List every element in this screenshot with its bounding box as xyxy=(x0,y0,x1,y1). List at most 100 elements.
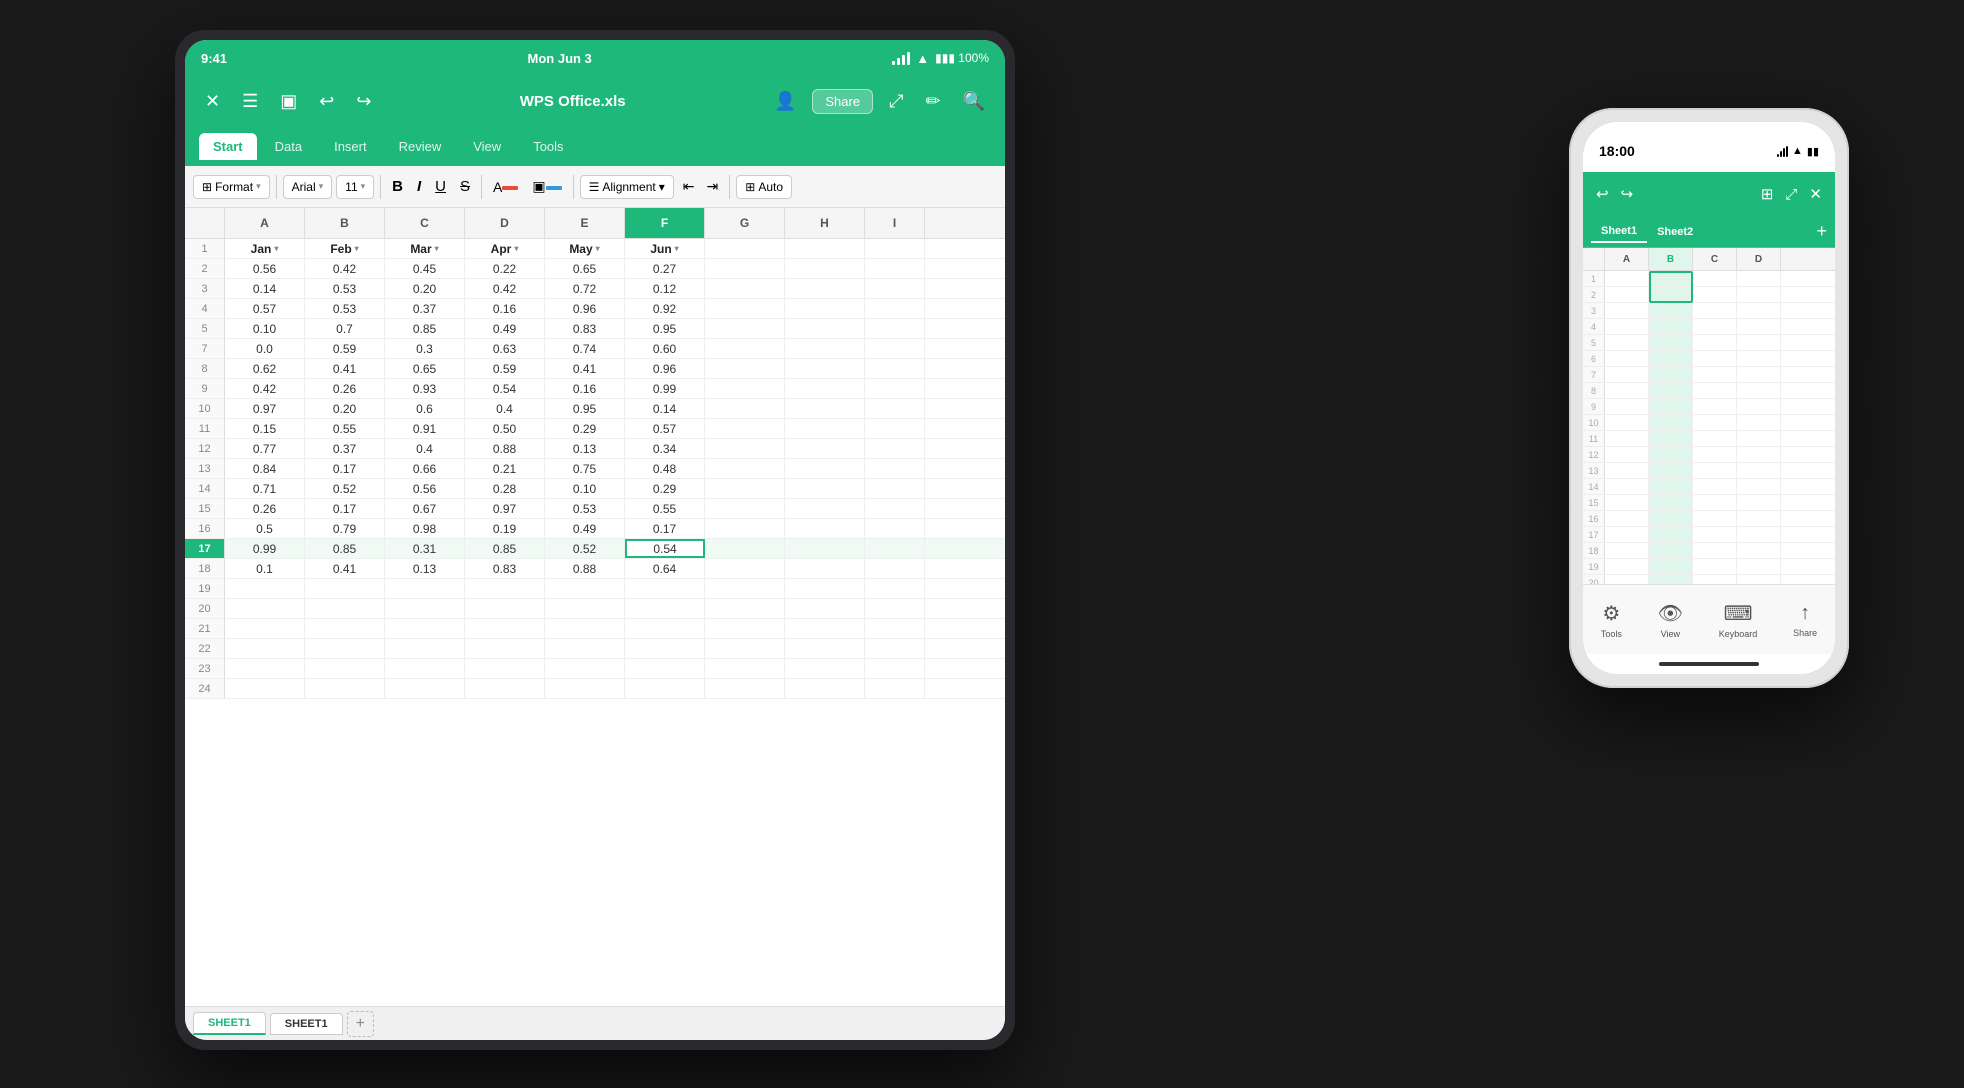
italic-button[interactable]: I xyxy=(412,174,426,199)
phone-cell[interactable] xyxy=(1605,351,1649,366)
list-item[interactable]: 4 xyxy=(1583,319,1835,335)
cell[interactable] xyxy=(865,579,925,598)
cell[interactable]: 0.64 xyxy=(625,559,705,578)
cell[interactable]: 0.59 xyxy=(305,339,385,358)
table-row[interactable]: 1Jan ▾Feb ▾Mar ▾Apr ▾May ▾Jun ▾ xyxy=(185,239,1005,259)
list-item[interactable]: 8 xyxy=(1583,383,1835,399)
phone-cell[interactable] xyxy=(1649,319,1693,334)
cell[interactable]: 0.15 xyxy=(225,419,305,438)
phone-cell[interactable] xyxy=(1737,479,1781,494)
phone-cell[interactable] xyxy=(1649,511,1693,526)
phone-cell[interactable] xyxy=(1649,463,1693,478)
cell[interactable] xyxy=(865,619,925,638)
table-row[interactable]: 30.140.530.200.420.720.12 xyxy=(185,279,1005,299)
cell[interactable]: 0.54 xyxy=(625,539,705,558)
cell[interactable] xyxy=(865,539,925,558)
phone-cell[interactable] xyxy=(1737,367,1781,382)
avatar-button[interactable]: 👤 xyxy=(768,87,802,116)
phone-cell[interactable] xyxy=(1737,303,1781,318)
cell[interactable]: 0.41 xyxy=(305,359,385,378)
cell[interactable] xyxy=(785,439,865,458)
table-row[interactable]: 140.710.520.560.280.100.29 xyxy=(185,479,1005,499)
cell[interactable] xyxy=(865,339,925,358)
table-row[interactable]: 150.260.170.670.970.530.55 xyxy=(185,499,1005,519)
phone-cell[interactable] xyxy=(1649,335,1693,350)
phone-cell[interactable] xyxy=(1693,575,1737,584)
phone-cell[interactable] xyxy=(1737,559,1781,574)
cell[interactable]: 0.91 xyxy=(385,419,465,438)
cell[interactable]: 0.85 xyxy=(305,539,385,558)
cell[interactable] xyxy=(785,599,865,618)
cell[interactable]: 0.72 xyxy=(545,279,625,298)
menu-button[interactable]: ☰ xyxy=(236,87,264,116)
cell[interactable] xyxy=(305,659,385,678)
cell[interactable] xyxy=(785,279,865,298)
phone-cell[interactable] xyxy=(1649,271,1693,286)
list-item[interactable]: 19 xyxy=(1583,559,1835,575)
redo-button[interactable]: ↪ xyxy=(350,87,377,116)
phone-cell[interactable] xyxy=(1737,335,1781,350)
cell[interactable]: 0.95 xyxy=(545,399,625,418)
cell[interactable] xyxy=(705,579,785,598)
phone-cell[interactable] xyxy=(1605,511,1649,526)
cell[interactable] xyxy=(785,639,865,658)
cell[interactable]: 0.19 xyxy=(465,519,545,538)
cell[interactable] xyxy=(705,259,785,278)
phone-keyboard-button[interactable]: ⌨ Keyboard xyxy=(1719,601,1758,639)
cell[interactable] xyxy=(785,539,865,558)
cell[interactable] xyxy=(465,579,545,598)
phone-redo-button[interactable]: ↪ xyxy=(1618,182,1637,206)
cell[interactable]: Mar ▾ xyxy=(385,239,465,258)
phone-cell[interactable] xyxy=(1737,415,1781,430)
cell[interactable]: 0.56 xyxy=(385,479,465,498)
cell[interactable] xyxy=(625,679,705,698)
cell[interactable] xyxy=(865,639,925,658)
cell[interactable]: 0.60 xyxy=(625,339,705,358)
phone-cell[interactable] xyxy=(1605,271,1649,286)
phone-cell[interactable] xyxy=(1605,383,1649,398)
cell[interactable] xyxy=(705,619,785,638)
cell[interactable]: 0.63 xyxy=(465,339,545,358)
undo-button[interactable]: ↩ xyxy=(313,87,340,116)
phone-cell[interactable] xyxy=(1649,415,1693,430)
col-header-i[interactable]: I xyxy=(865,208,925,238)
cell[interactable] xyxy=(705,499,785,518)
phone-tools-button[interactable]: ⚙ Tools xyxy=(1601,601,1622,639)
phone-cell[interactable] xyxy=(1605,447,1649,462)
cell[interactable]: Jun ▾ xyxy=(625,239,705,258)
phone-view-button[interactable]: 👁 View xyxy=(1658,601,1683,639)
sheet-tab-1[interactable]: SHEET1 xyxy=(193,1012,266,1035)
phone-cell[interactable] xyxy=(1605,463,1649,478)
phone-cell[interactable] xyxy=(1693,367,1737,382)
cell[interactable]: 0.88 xyxy=(465,439,545,458)
underline-button[interactable]: U xyxy=(430,174,451,199)
cell[interactable] xyxy=(785,239,865,258)
cell[interactable] xyxy=(705,439,785,458)
phone-cell[interactable] xyxy=(1737,511,1781,526)
phone-cell[interactable] xyxy=(1737,383,1781,398)
cell[interactable]: 0.26 xyxy=(225,499,305,518)
phone-cell[interactable] xyxy=(1693,431,1737,446)
cell[interactable]: 0.13 xyxy=(545,439,625,458)
close-button[interactable]: ✕ xyxy=(199,87,226,116)
cell[interactable]: 0.28 xyxy=(465,479,545,498)
cell[interactable]: 0.96 xyxy=(625,359,705,378)
cell[interactable] xyxy=(385,639,465,658)
share-button[interactable]: Share xyxy=(812,89,873,114)
font-color-button[interactable]: A xyxy=(488,175,523,199)
cell[interactable] xyxy=(545,679,625,698)
phone-cell[interactable] xyxy=(1649,367,1693,382)
cell[interactable]: 0.42 xyxy=(465,279,545,298)
tab-insert[interactable]: Insert xyxy=(320,133,381,160)
cell[interactable] xyxy=(225,639,305,658)
cell[interactable]: 0.71 xyxy=(225,479,305,498)
phone-cell[interactable] xyxy=(1693,399,1737,414)
cell[interactable]: 0.22 xyxy=(465,259,545,278)
list-item[interactable]: 10 xyxy=(1583,415,1835,431)
phone-cell[interactable] xyxy=(1649,399,1693,414)
bg-color-button[interactable]: ▣ xyxy=(527,174,566,199)
cell[interactable] xyxy=(705,239,785,258)
tab-view[interactable]: View xyxy=(459,133,515,160)
cell[interactable]: 0.17 xyxy=(305,459,385,478)
cell[interactable] xyxy=(705,599,785,618)
